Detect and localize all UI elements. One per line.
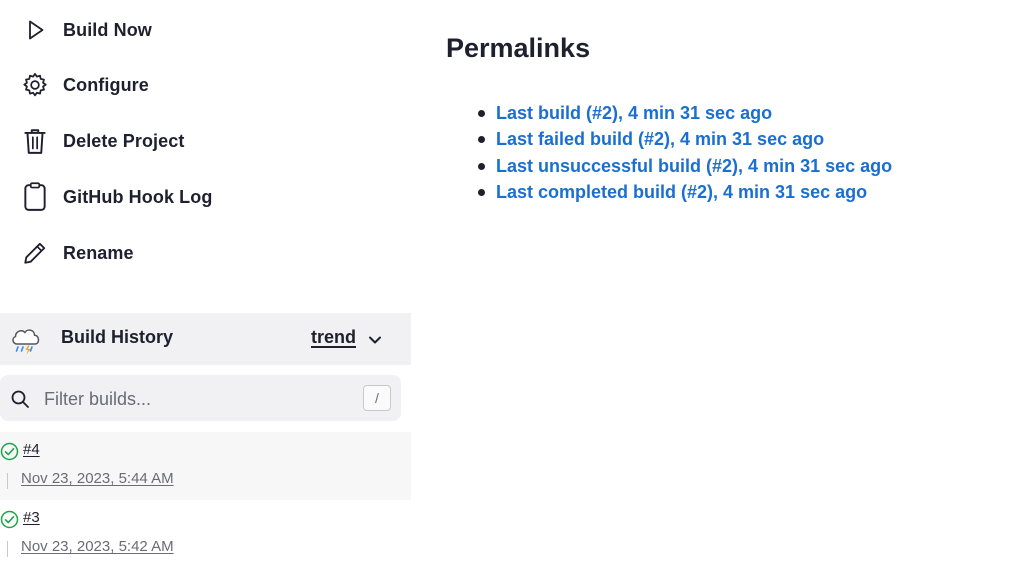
build-history-header: Build History trend (0, 313, 411, 365)
build-row: #3 Nov 23, 2023, 5:42 AM (0, 500, 411, 564)
bullet (478, 162, 485, 170)
build-date-link[interactable]: Nov 23, 2023, 5:44 AM (21, 470, 174, 487)
success-check-icon (0, 442, 19, 461)
trash-icon (20, 126, 50, 156)
pencil-icon (20, 238, 50, 268)
timeline-divider (7, 473, 8, 489)
rename-task[interactable]: Rename (20, 233, 400, 273)
trend-link[interactable]: trend (311, 327, 356, 348)
chevron-down-icon[interactable] (366, 331, 384, 349)
build-date-link[interactable]: Nov 23, 2023, 5:42 AM (21, 538, 174, 555)
play-icon (20, 15, 50, 45)
build-history-title: Build History (61, 327, 174, 347)
delete-project-task[interactable]: Delete Project (20, 121, 400, 161)
keyboard-shortcut-hint: / (363, 385, 391, 411)
build-now-label: Build Now (63, 19, 152, 40)
delete-project-label: Delete Project (63, 130, 185, 151)
permalink-last-build[interactable]: Last build (#2), 4 min 31 sec ago (496, 100, 772, 126)
weather-cloud-icon (9, 323, 43, 357)
build-now-task[interactable]: Build Now (20, 10, 400, 50)
gear-icon (20, 70, 50, 100)
timeline-divider (7, 541, 8, 557)
filter-builds-input[interactable] (42, 384, 346, 414)
rename-label: Rename (63, 242, 134, 263)
permalink-last-failed-build[interactable]: Last failed build (#2), 4 min 31 sec ago (496, 126, 824, 152)
configure-label: Configure (63, 74, 149, 95)
bullet (478, 136, 485, 144)
build-number-link[interactable]: #4 (23, 441, 40, 458)
permalink-last-unsuccessful-build[interactable]: Last unsuccessful build (#2), 4 min 31 s… (496, 153, 892, 179)
permalink-last-completed-build[interactable]: Last completed build (#2), 4 min 31 sec … (496, 179, 867, 205)
bullet (478, 188, 485, 196)
search-icon (10, 389, 30, 409)
github-hook-log-label: GitHub Hook Log (63, 186, 213, 207)
build-row: #4 Nov 23, 2023, 5:44 AM (0, 432, 411, 500)
jenkins-project-page: Build Now Configure Delete Project GitHu… (0, 0, 1036, 564)
build-number-link[interactable]: #3 (23, 509, 40, 526)
success-check-icon (0, 510, 19, 529)
permalinks-heading: Permalinks (446, 33, 591, 63)
bullet (478, 110, 485, 117)
github-hook-log-task[interactable]: GitHub Hook Log (20, 177, 400, 217)
sidebar: Build Now Configure Delete Project GitHu… (0, 0, 411, 564)
filter-builds-box: / (0, 375, 401, 421)
configure-task[interactable]: Configure (20, 65, 400, 105)
clipboard-icon (20, 182, 50, 212)
